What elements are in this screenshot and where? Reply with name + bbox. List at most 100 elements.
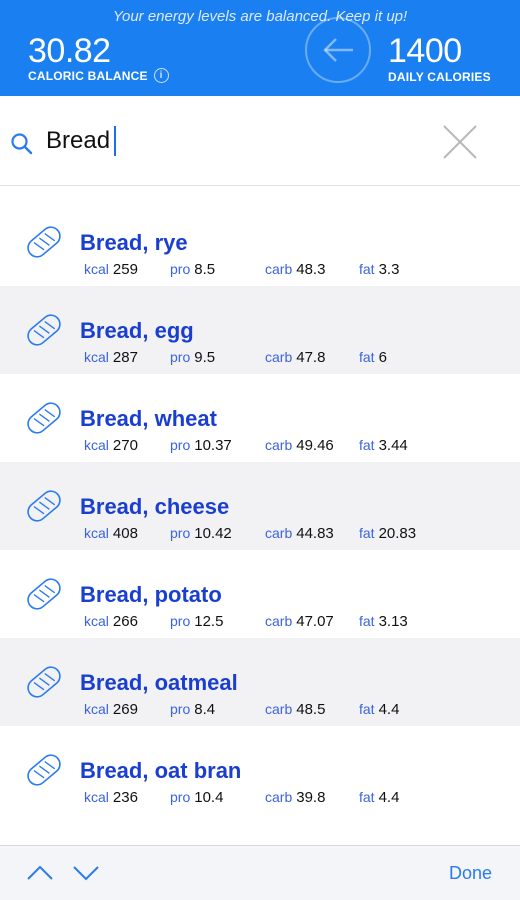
- carb-value: carb 47.8: [265, 349, 325, 366]
- fat-value: fat 3.44: [359, 437, 408, 454]
- fat-number: 20.83: [378, 525, 417, 542]
- protein-value: pro 10.4: [170, 789, 223, 806]
- protein-value: pro 12.5: [170, 613, 223, 630]
- keyboard-toolbar: Done: [0, 845, 520, 900]
- food-name: Bread, oat bran: [80, 758, 242, 783]
- kcal-number: 287: [112, 349, 138, 366]
- search-results-list: Bread, rye kcal 259 pro 8.5 carb 48.3 fat 3.…: [0, 198, 520, 814]
- bread-icon: [27, 490, 61, 522]
- carb-number: 44.83: [296, 525, 334, 542]
- text-cursor: [114, 126, 116, 156]
- fat-number: 3.44: [378, 437, 408, 454]
- carb-value: carb 48.3: [265, 261, 325, 278]
- protein-number: 8.4: [194, 701, 216, 718]
- daily-calories-label: DAILY CALORIES: [388, 70, 491, 84]
- food-name: Bread, cheese: [80, 494, 230, 519]
- food-list-item[interactable]: Bread, rye kcal 259 pro 8.5 carb 48.3 fat 3.…: [0, 198, 520, 286]
- kcal-number: 259: [112, 261, 138, 278]
- carb-label: carb: [265, 437, 293, 453]
- carb-number: 48.3: [296, 261, 326, 278]
- kcal-label: kcal: [84, 261, 109, 277]
- fat-value: fat 3.13: [359, 613, 408, 630]
- clear-search-button[interactable]: [440, 122, 490, 162]
- fat-number: 3.3: [378, 261, 400, 278]
- chevron-down-icon[interactable]: [72, 863, 100, 883]
- fat-label: fat: [359, 613, 375, 629]
- carb-label: carb: [265, 525, 293, 541]
- protein-number: 10.4: [194, 789, 224, 806]
- protein-number: 8.5: [194, 261, 216, 278]
- fat-value: fat 3.3: [359, 261, 399, 278]
- kcal-value: kcal 287: [84, 349, 138, 366]
- protein-label: pro: [170, 701, 191, 717]
- kcal-value: kcal 266: [84, 613, 138, 630]
- carb-number: 49.46: [296, 437, 334, 454]
- protein-number: 9.5: [194, 349, 216, 366]
- chevron-up-icon[interactable]: [26, 863, 54, 883]
- carb-label: carb: [265, 261, 293, 277]
- protein-value: pro 10.42: [170, 525, 232, 542]
- food-list-item[interactable]: Bread, egg kcal 287 pro 9.5 carb 47.8 fat 6: [0, 286, 520, 374]
- protein-number: 10.37: [194, 437, 232, 454]
- carb-label: carb: [265, 613, 293, 629]
- kcal-label: kcal: [84, 701, 109, 717]
- fat-label: fat: [359, 525, 375, 541]
- kcal-value: kcal 269: [84, 701, 138, 718]
- carb-label: carb: [265, 789, 293, 805]
- kcal-number: 236: [112, 789, 138, 806]
- fat-number: 4.4: [378, 789, 400, 806]
- search-icon: [11, 133, 33, 155]
- bread-icon: [27, 226, 61, 258]
- kcal-label: kcal: [84, 789, 109, 805]
- bread-icon: [27, 754, 61, 786]
- protein-value: pro 9.5: [170, 349, 215, 366]
- search-bar: [0, 96, 520, 186]
- food-list-item[interactable]: Bread, wheat kcal 270 pro 10.37 carb 49.46 …: [0, 374, 520, 462]
- search-input[interactable]: [46, 123, 406, 159]
- fat-number: 4.4: [378, 701, 400, 718]
- food-name: Bread, rye: [80, 230, 188, 255]
- protein-label: pro: [170, 613, 191, 629]
- calorie-header: Your energy levels are balanced. Keep it…: [0, 0, 520, 96]
- protein-label: pro: [170, 525, 191, 541]
- food-list-item[interactable]: Bread, cheese kcal 408 pro 10.42 carb 44.83…: [0, 462, 520, 550]
- food-list-item[interactable]: Bread, oatmeal kcal 269 pro 8.4 carb 48.5 f…: [0, 638, 520, 726]
- protein-value: pro 8.4: [170, 701, 215, 718]
- fat-label: fat: [359, 701, 375, 717]
- food-list-item[interactable]: Bread, potato kcal 266 pro 12.5 carb 47.07 …: [0, 550, 520, 638]
- kcal-value: kcal 259: [84, 261, 138, 278]
- protein-label: pro: [170, 261, 191, 277]
- fat-label: fat: [359, 349, 375, 365]
- bread-icon: [27, 402, 61, 434]
- carb-number: 39.8: [296, 789, 326, 806]
- carb-value: carb 44.83: [265, 525, 334, 542]
- fat-label: fat: [359, 261, 375, 277]
- fat-label: fat: [359, 789, 375, 805]
- back-arrow-button[interactable]: [305, 17, 371, 83]
- food-list-item[interactable]: Bread, oat bran kcal 236 pro 10.4 carb 39.8…: [0, 726, 520, 814]
- kcal-value: kcal 408: [84, 525, 138, 542]
- bread-icon: [27, 578, 61, 610]
- protein-label: pro: [170, 789, 191, 805]
- kcal-number: 266: [112, 613, 138, 630]
- energy-banner: Your energy levels are balanced. Keep it…: [112, 8, 408, 25]
- done-button[interactable]: Done: [449, 863, 492, 884]
- kcal-number: 408: [112, 525, 138, 542]
- caloric-balance-label: CALORIC BALANCE i: [28, 68, 169, 83]
- protein-number: 12.5: [194, 613, 224, 630]
- fat-value: fat 4.4: [359, 701, 399, 718]
- protein-label: pro: [170, 437, 191, 453]
- kcal-label: kcal: [84, 613, 109, 629]
- carb-value: carb 39.8: [265, 789, 325, 806]
- kcal-label: kcal: [84, 349, 109, 365]
- info-icon[interactable]: i: [153, 68, 169, 83]
- kcal-label: kcal: [84, 525, 109, 541]
- kcal-label: kcal: [84, 437, 109, 453]
- fat-label: fat: [359, 437, 375, 453]
- bread-icon: [27, 666, 61, 698]
- protein-number: 10.42: [194, 525, 232, 542]
- carb-number: 47.07: [296, 613, 334, 630]
- kcal-number: 270: [112, 437, 138, 454]
- carb-value: carb 48.5: [265, 701, 325, 718]
- carb-label: carb: [265, 701, 293, 717]
